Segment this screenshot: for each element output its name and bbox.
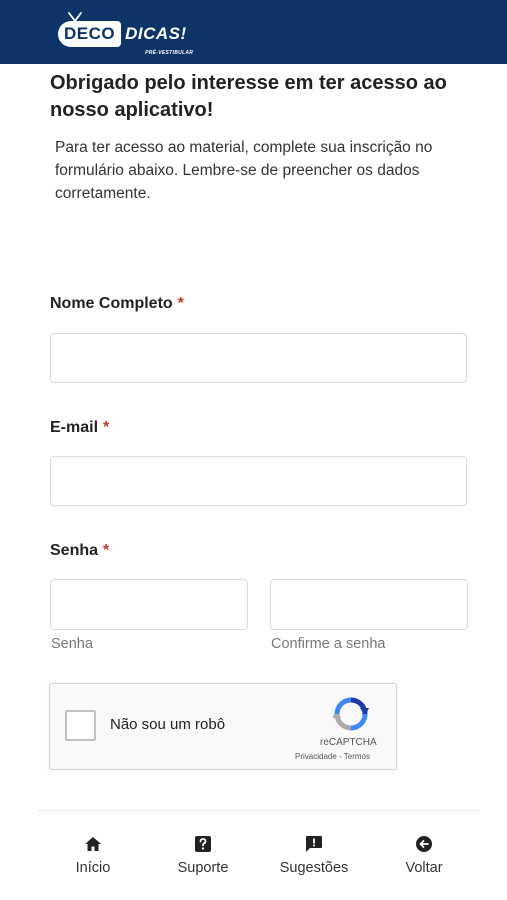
back-icon xyxy=(416,836,432,852)
password-label: Senha * xyxy=(50,542,109,560)
password-input[interactable] xyxy=(50,579,248,630)
nav-label-suporte: Suporte xyxy=(177,860,229,876)
nav-label-inicio: Início xyxy=(75,860,111,876)
logo-text-dicas: DICAS! PRÉ-VESTIBULAR xyxy=(121,24,193,56)
nav-label-sugestoes: Sugestões xyxy=(279,860,349,876)
password-hint: Senha xyxy=(51,636,93,652)
recaptcha-widget: Não sou um robô reCAPTCHA Privacidade - … xyxy=(49,683,397,770)
logo-subtitle: PRÉ-VESTIBULAR xyxy=(145,50,194,56)
required-marker: * xyxy=(177,295,184,312)
recaptcha-brand: reCAPTCHA xyxy=(320,737,377,748)
bottom-nav: Início Suporte Sugestões Voltar xyxy=(38,811,480,900)
email-label: E-mail * xyxy=(50,419,109,437)
logo-text-deco: DECO xyxy=(64,24,116,43)
logo-dicas-word: DICAS! xyxy=(125,24,187,43)
nav-item-voltar[interactable]: Voltar xyxy=(379,835,469,876)
confirm-password-hint: Confirme a senha xyxy=(271,636,386,652)
nav-item-sugestoes[interactable]: Sugestões xyxy=(269,835,359,876)
email-input[interactable] xyxy=(50,456,467,506)
password-label-text: Senha xyxy=(50,542,99,559)
recaptcha-checkbox[interactable] xyxy=(65,710,96,741)
name-input[interactable] xyxy=(50,333,467,383)
logo[interactable]: DECO DICAS! PRÉ-VESTIBULAR xyxy=(58,12,193,56)
page-description: Para ter acesso ao material, complete su… xyxy=(55,139,433,202)
recaptcha-logo-icon xyxy=(333,697,369,731)
tv-antenna-icon xyxy=(68,12,82,22)
help-icon xyxy=(195,836,211,852)
nav-item-suporte[interactable]: Suporte xyxy=(158,835,248,876)
home-icon xyxy=(85,837,101,851)
nav-item-inicio[interactable]: Início xyxy=(48,835,138,876)
email-label-text: E-mail xyxy=(50,419,99,436)
name-label: Nome Completo * xyxy=(50,295,184,313)
confirm-password-input[interactable] xyxy=(270,579,468,630)
nav-label-voltar: Voltar xyxy=(405,860,443,876)
recaptcha-links[interactable]: Privacidade - Termos xyxy=(295,752,370,761)
feedback-icon xyxy=(306,836,322,852)
logo-deco: DECO xyxy=(58,12,122,47)
recaptcha-label: Não sou um robô xyxy=(110,716,226,733)
name-label-text: Nome Completo xyxy=(50,295,173,312)
app-header: DECO DICAS! PRÉ-VESTIBULAR xyxy=(0,0,507,64)
required-marker: * xyxy=(103,542,110,559)
required-marker: * xyxy=(103,419,110,436)
page-title: Obrigado pelo interesse em ter acesso ao… xyxy=(50,72,447,121)
